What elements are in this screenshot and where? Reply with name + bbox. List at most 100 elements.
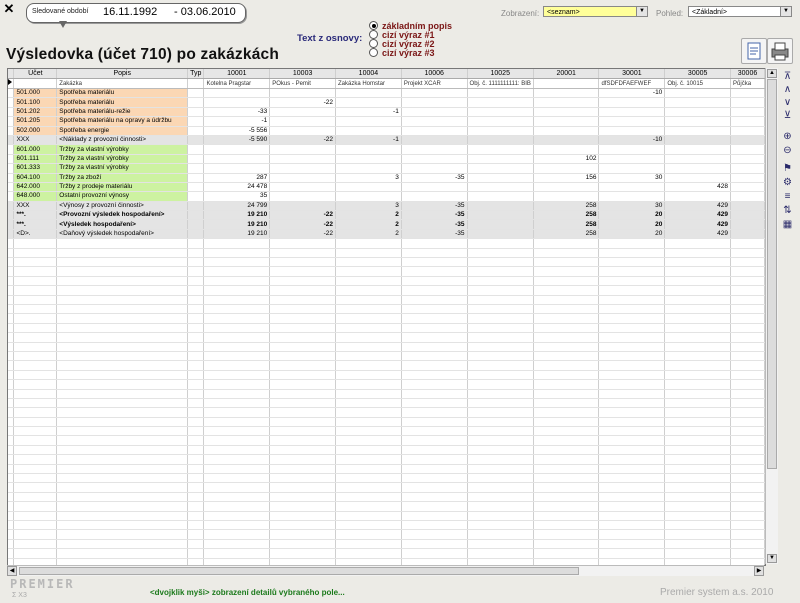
column-header[interactable]: 20001 [533, 69, 600, 79]
cell-value[interactable] [269, 201, 336, 212]
cell-value[interactable]: 24 799 [203, 201, 271, 212]
cell-value[interactable] [598, 182, 666, 193]
cell-value[interactable] [401, 191, 468, 202]
cell-value[interactable]: 429 [664, 201, 732, 212]
cell-ucet[interactable]: ***. [13, 219, 58, 230]
cell-value[interactable] [664, 191, 732, 202]
cell-value[interactable] [598, 163, 666, 174]
column-header[interactable]: 10001 [203, 69, 271, 79]
cell-value[interactable] [467, 182, 534, 193]
cell-value[interactable] [533, 144, 600, 155]
cell-value[interactable] [203, 163, 271, 174]
cell-value[interactable] [467, 154, 534, 165]
zobrazeni-select[interactable]: <seznam> ▼ [543, 6, 648, 17]
cell-value[interactable] [467, 116, 534, 127]
cell-value[interactable] [598, 154, 666, 165]
cell-popis[interactable]: Spotřeba materiálu na opravy a údržbu [56, 116, 189, 127]
column-header[interactable]: 30005 [664, 69, 732, 79]
column-header[interactable]: Popis [56, 69, 189, 79]
cell-value[interactable] [730, 210, 765, 221]
cell-popis[interactable]: Spotřeba energie [56, 126, 189, 136]
cell-value[interactable]: -22 [269, 219, 336, 230]
radio-dot-icon[interactable] [369, 21, 378, 30]
cell-typ[interactable] [187, 219, 205, 230]
cell-ucet[interactable]: 601.000 [13, 144, 58, 155]
cell-value[interactable]: 2 [335, 210, 402, 221]
cell-value[interactable] [467, 126, 534, 136]
hscroll-thumb[interactable] [19, 567, 579, 575]
cell-popis[interactable]: <Výsledek hospodaření> [56, 219, 189, 230]
cell-value[interactable] [467, 88, 534, 99]
table-row[interactable]: 501.000 Spotřeba materiálu -10 [8, 88, 765, 99]
cell-value[interactable]: 156 [533, 173, 600, 183]
cell-value[interactable]: -35 [401, 173, 468, 183]
table-row[interactable]: XXX <Náklady z provozní činnosti> -5 590 -2… [8, 135, 765, 146]
cell-typ[interactable] [187, 229, 205, 240]
cell-value[interactable] [533, 135, 600, 146]
cell-value[interactable] [664, 126, 732, 136]
cell-value[interactable] [730, 191, 765, 202]
cell-popis[interactable]: <Provozní výsledek hospodaření> [56, 210, 189, 221]
cell-value[interactable] [664, 144, 732, 155]
export-button[interactable] [741, 38, 767, 64]
cell-popis[interactable]: <Daňový výsledek hospodaření> [56, 229, 189, 240]
horizontal-scrollbar[interactable]: ◀ ▶ [7, 565, 764, 576]
cell-value[interactable] [203, 144, 271, 155]
table-row[interactable]: 501.100 Spotřeba materiálu -22 [8, 97, 765, 108]
cell-typ[interactable] [187, 144, 205, 155]
chevron-down-icon[interactable]: ▼ [780, 7, 791, 16]
cell-value[interactable] [598, 116, 666, 127]
osnova-radio-4[interactable]: cizí výraz #3 [369, 48, 435, 58]
cell-value[interactable]: 258 [533, 210, 600, 221]
cell-value[interactable] [533, 163, 600, 174]
vertical-scrollbar[interactable]: ▲ ▼ [765, 68, 778, 564]
cell-value[interactable]: -22 [269, 229, 336, 240]
column-header[interactable]: 10025 [467, 69, 534, 79]
cell-popis[interactable]: Tržby z prodeje materiálu [56, 182, 189, 193]
cell-value[interactable] [598, 144, 666, 155]
cell-value[interactable] [335, 154, 402, 165]
column-header[interactable]: 10004 [335, 69, 402, 79]
column-header[interactable]: 10006 [401, 69, 468, 79]
cell-ucet[interactable]: 601.333 [13, 163, 58, 174]
cell-value[interactable] [533, 191, 600, 202]
cell-value[interactable] [335, 97, 402, 108]
cell-value[interactable] [269, 116, 336, 127]
cell-value[interactable] [401, 116, 468, 127]
cell-value[interactable] [401, 88, 468, 99]
cell-typ[interactable] [187, 210, 205, 221]
cell-value[interactable]: 258 [533, 229, 600, 240]
cell-value[interactable] [730, 219, 765, 230]
cell-value[interactable] [533, 182, 600, 193]
cell-value[interactable]: -5 556 [203, 126, 271, 136]
cell-value[interactable]: 258 [533, 201, 600, 212]
cell-value[interactable] [730, 154, 765, 165]
cell-value[interactable]: -22 [269, 97, 336, 108]
chevron-down-icon[interactable]: ▼ [636, 7, 647, 16]
sort-icon[interactable]: ⇅ [781, 204, 794, 217]
cell-value[interactable] [730, 182, 765, 193]
cell-typ[interactable] [187, 191, 205, 202]
cell-value[interactable] [467, 201, 534, 212]
cell-value[interactable]: 258 [533, 219, 600, 230]
cell-value[interactable]: 428 [664, 182, 732, 193]
cell-value[interactable] [730, 163, 765, 174]
cell-value[interactable]: 429 [664, 229, 732, 240]
pohled-select[interactable]: <Základní> ▼ [688, 6, 792, 17]
cell-value[interactable] [664, 163, 732, 174]
table-row[interactable]: 501.205 Spotřeba materiálu na opravy a úd… [8, 116, 765, 127]
cell-value[interactable] [467, 107, 534, 118]
cell-value[interactable] [203, 88, 271, 99]
settings-icon[interactable]: ⚙ [781, 176, 794, 189]
cell-value[interactable] [598, 107, 666, 118]
cell-value[interactable] [335, 144, 402, 155]
cell-typ[interactable] [187, 126, 205, 136]
scroll-left-icon[interactable]: ◀ [7, 566, 17, 576]
cell-value[interactable] [467, 210, 534, 221]
cell-value[interactable] [730, 116, 765, 127]
cell-typ[interactable] [187, 201, 205, 212]
cell-value[interactable] [269, 163, 336, 174]
cell-value[interactable] [730, 107, 765, 118]
cell-value[interactable] [335, 126, 402, 136]
cell-value[interactable] [401, 182, 468, 193]
